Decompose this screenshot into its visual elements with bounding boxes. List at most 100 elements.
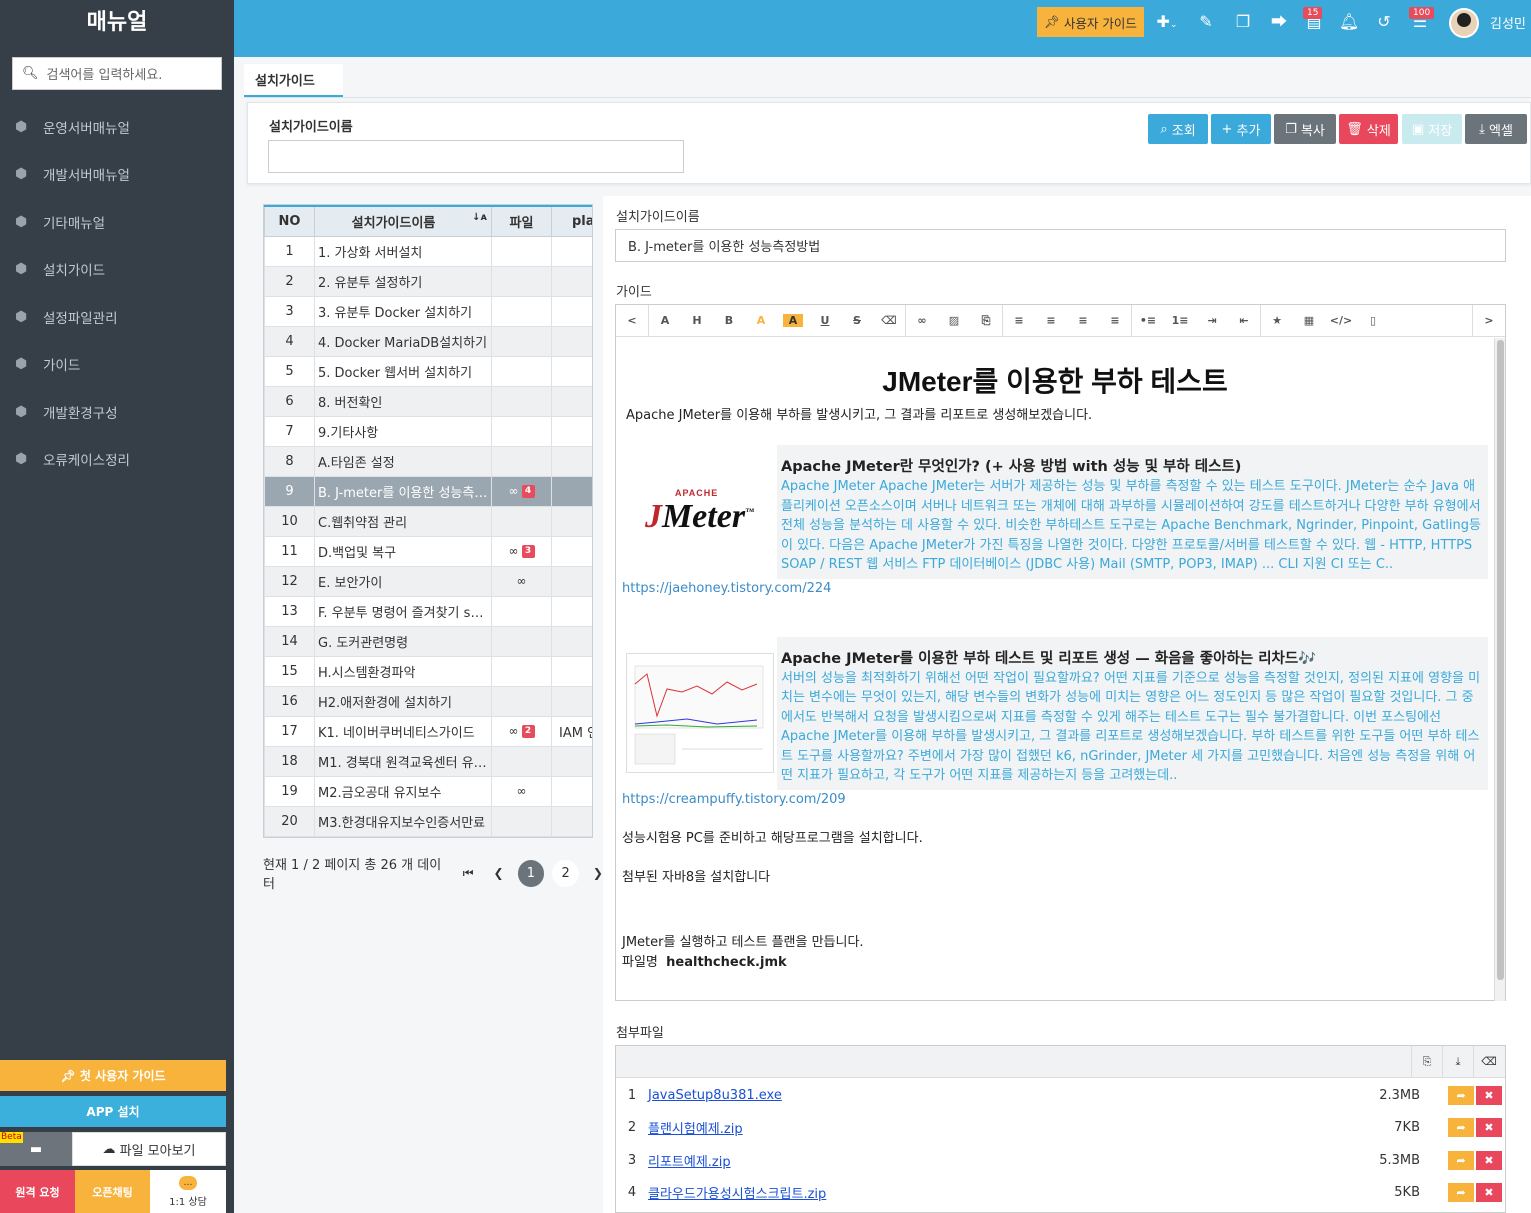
copy-button[interactable]: ❐ 복사 [1274, 114, 1336, 144]
first-user-guide-button[interactable]: 📌︎ 첫 사용자 가이드 [0, 1060, 226, 1091]
underline-icon[interactable]: U [809, 314, 841, 327]
card1-link[interactable]: https://jaehoney.tistory.com/224 [622, 579, 1488, 599]
add-menu-icon[interactable]: ✚⌄ [1152, 11, 1182, 33]
open-chat-button[interactable]: 오픈채팅 [75, 1170, 150, 1213]
expand-toolbar-icon[interactable]: > [1473, 314, 1505, 327]
table-row[interactable]: 20 M3.한경대유지보수인증서만료 [264, 805, 592, 837]
file-collect-button[interactable]: ☁ 파일 모아보기 [72, 1132, 226, 1166]
page-1-button[interactable]: 1 [517, 859, 545, 887]
outdent-icon[interactable]: ⇤ [1228, 314, 1260, 327]
align-right-icon[interactable]: ≡ [1067, 314, 1099, 327]
bell-icon[interactable]: 🔔︎ [1336, 11, 1362, 33]
eraser-icon[interactable]: ⌫ [1473, 1046, 1504, 1078]
sidebar-search[interactable]: 🔍︎ 검색어를 입력하세요. [12, 57, 222, 90]
table-row[interactable]: 15 H.시스템환경파악 [264, 655, 592, 687]
prev-page-icon[interactable]: ❮ [494, 866, 504, 880]
link-icon[interactable]: ∞ [906, 314, 938, 327]
eraser-icon[interactable]: ⌫ [873, 314, 905, 327]
sidebar-item-guide[interactable]: ⬢ 가이드 [0, 341, 234, 389]
sidebar-item-install-guide[interactable]: ⬢ 설치가이드 [0, 246, 234, 294]
table-row[interactable]: 17K1. 네이버쿠버네티스가이드∞2IAM 인 [264, 715, 592, 747]
add-button[interactable]: + 추가 [1211, 114, 1271, 144]
user-guide-button[interactable]: 📌︎ 사용자 가이드 [1037, 7, 1144, 37]
table-row[interactable]: 4 4. Docker MariaDB설치하기 [264, 325, 592, 357]
table-row[interactable]: 16 H2.애저환경에 설치하기 [264, 685, 592, 717]
attachment-filename[interactable]: 플랜시험예제.zip [646, 1118, 1346, 1137]
list-icon[interactable]: ☰ 100 [1407, 7, 1435, 33]
attach-file-icon[interactable]: ⎘ [1411, 1046, 1442, 1078]
table-row[interactable]: 6 8. 버전확인 [264, 385, 592, 417]
image-icon[interactable]: ▨ [938, 314, 970, 327]
col-header-no[interactable]: NO [264, 205, 315, 237]
font-icon[interactable]: A [649, 314, 681, 327]
align-justify-icon[interactable]: ≡ [1099, 314, 1131, 327]
first-page-icon[interactable]: ⏮︎ [463, 866, 474, 881]
bold-icon[interactable]: B [713, 314, 745, 327]
save-button[interactable]: ▣ 저장 [1402, 114, 1462, 144]
sidebar-item-ops-manual[interactable]: ⬢ 운영서버매뉴얼 [0, 103, 234, 151]
col-header-files[interactable]: 파일 [491, 205, 552, 237]
sidebar-item-config-files[interactable]: ⬢ 설정파일관리 [0, 293, 234, 341]
table-row[interactable]: 9 B. J-meter를 이용한 성능측정방법 ∞ 4 [264, 475, 592, 507]
table-row[interactable]: 5 5. Docker 웹서버 설치하기 [264, 355, 592, 387]
delete-button[interactable]: 🗑︎ 삭제 [1339, 114, 1398, 144]
sidebar-item-dev-manual[interactable]: ⬢ 개발서버매뉴얼 [0, 151, 234, 199]
table-row[interactable]: 7 9.기타사항 [264, 415, 592, 447]
table-row[interactable]: 1 1. 가상화 서버설치 [264, 235, 592, 267]
remove-attachment-button[interactable]: ✖ [1476, 1085, 1502, 1105]
share-attachment-button[interactable]: ➦ [1448, 1085, 1474, 1105]
share-attachment-button[interactable]: ➦ [1448, 1182, 1474, 1202]
remove-attachment-button[interactable]: ✖ [1476, 1150, 1502, 1170]
app-install-button[interactable]: APP 설치 [0, 1096, 226, 1127]
remove-attachment-button[interactable]: ✖ [1476, 1182, 1502, 1202]
remote-request-button[interactable]: 원격 요청 [0, 1170, 75, 1213]
sidebar-item-error-cases[interactable]: ⬢ 오류케이스정리 [0, 436, 234, 484]
link-card-jmeter[interactable]: APACHE JMeter™ Apache JMeter란 무엇인가? (+ 사… [622, 445, 1488, 579]
attachment-filename[interactable]: 클라우드가용성시험스크립트.zip [646, 1183, 1346, 1202]
align-left-icon[interactable]: ≡ [1003, 314, 1035, 327]
table-row[interactable]: 13 F. 우분투 명령어 즐겨찾기 sudo [264, 595, 592, 627]
edit-icon[interactable]: ✎ [1193, 11, 1219, 33]
col-header-plat[interactable]: plat [551, 205, 592, 237]
next-page-icon[interactable]: ❯ [593, 866, 603, 880]
table-row[interactable]: 10 C.웹취약점 관리 [264, 505, 592, 537]
history-icon[interactable]: ↺ [1371, 11, 1397, 33]
collapse-toolbar-icon[interactable]: < [616, 314, 648, 327]
indent-icon[interactable]: ⇥ [1196, 314, 1228, 327]
sort-az-icon[interactable]: ↓ᴀ [472, 212, 487, 223]
bullet-list-icon[interactable]: •≡ [1132, 314, 1164, 327]
user-name[interactable]: 김성민 [1490, 13, 1526, 32]
table-icon[interactable]: ▦ [1293, 314, 1325, 327]
search-input[interactable] [268, 140, 684, 173]
document-icon[interactable]: ▯ [1357, 314, 1389, 327]
query-button[interactable]: ⌕ 조회 [1148, 114, 1208, 144]
strike-icon[interactable]: S [841, 314, 873, 327]
share-icon[interactable]: ⮕ [1266, 11, 1292, 33]
star-icon[interactable]: ★ [1261, 314, 1293, 327]
table-row[interactable]: 8 A.타임존 설정 [264, 445, 592, 477]
editor-scrollbar[interactable] [1494, 338, 1505, 1001]
detail-name-input[interactable]: B. J-meter를 이용한 성능측정방법 [615, 229, 1506, 262]
download-all-icon[interactable]: ⤓ [1442, 1046, 1473, 1078]
copy-icon[interactable]: ❐ [1230, 11, 1256, 33]
attachment-filename[interactable]: JavaSetup8u381.exe [646, 1088, 1346, 1103]
highlight-icon[interactable]: A [783, 314, 803, 327]
page-2-button[interactable]: 2 [552, 859, 579, 887]
attach-icon[interactable]: ⎘ [970, 314, 1002, 328]
align-center-icon[interactable]: ≡ [1035, 314, 1067, 327]
col-header-name[interactable]: 설치가이드이름 ↓ᴀ [314, 205, 492, 237]
excel-button[interactable]: ⤓ 엑셀 [1465, 114, 1527, 144]
table-row[interactable]: 11 D.백업및 복구 ∞ 3 [264, 535, 592, 567]
table-row[interactable]: 18 M1. 경북대 원격교육센터 유지보수 [264, 745, 592, 777]
code-icon[interactable]: </> [1325, 314, 1357, 327]
font-color-icon[interactable]: A [745, 314, 777, 327]
table-row[interactable]: 19 M2.금오공대 유지보수 ∞ [264, 775, 592, 807]
share-attachment-button[interactable]: ➦ [1448, 1150, 1474, 1170]
table-row[interactable]: 2 2. 유분투 설정하기 [264, 265, 592, 297]
consult-button[interactable]: … 1:1 상담 [150, 1170, 226, 1213]
heading-icon[interactable]: H [681, 314, 713, 327]
number-list-icon[interactable]: 1≡ [1164, 314, 1196, 327]
tab-install-guide[interactable]: 설치가이드 [244, 64, 343, 97]
table-row[interactable]: 3 3. 유분투 Docker 설치하기 [264, 295, 592, 327]
beta-button[interactable]: Beta ▬ [0, 1132, 72, 1166]
